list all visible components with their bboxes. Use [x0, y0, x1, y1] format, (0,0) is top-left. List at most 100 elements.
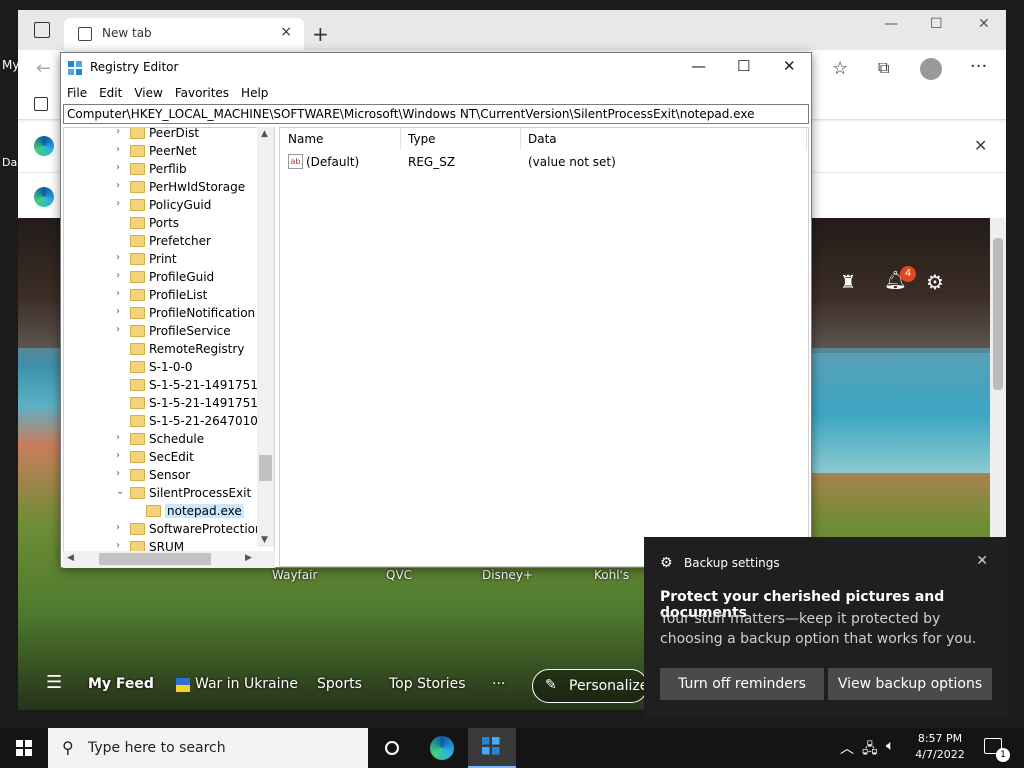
- quicklink-label[interactable]: Wayfair: [272, 568, 317, 582]
- scroll-down-arrow-icon[interactable]: ▼: [261, 535, 268, 545]
- tree-node[interactable]: › ProfileGuid: [64, 269, 264, 287]
- more-options-icon[interactable]: ···: [970, 56, 987, 77]
- taskbar-clock[interactable]: 8:57 PM 4/7/2022: [912, 731, 968, 763]
- registry-title-bar[interactable]: Registry Editor — ☐ ✕: [61, 53, 811, 83]
- tree-node-selected[interactable]: notepad.exe: [64, 503, 264, 521]
- chevron-right-icon[interactable]: ›: [116, 432, 120, 443]
- task-view-icon[interactable]: [368, 728, 416, 768]
- menu-view[interactable]: View: [134, 86, 162, 100]
- column-divider[interactable]: [806, 128, 807, 150]
- tab-new-tab[interactable]: New tab ×: [64, 18, 304, 50]
- chevron-right-icon[interactable]: ›: [116, 540, 120, 551]
- chevron-right-icon[interactable]: ›: [116, 198, 120, 209]
- taskbar-search-box[interactable]: ⚲ Type here to search: [48, 728, 368, 768]
- feed-tab-sports[interactable]: Sports: [317, 676, 362, 692]
- windows-start-icon[interactable]: [16, 740, 32, 756]
- registry-minimize-button[interactable]: —: [691, 57, 706, 75]
- volume-icon[interactable]: 🔈︎: [886, 738, 894, 754]
- tree-node[interactable]: › SoftwareProtectionP: [64, 521, 270, 539]
- view-backup-options-button[interactable]: View backup options: [828, 668, 992, 700]
- tree-node[interactable]: › PeerNet: [64, 143, 264, 161]
- turn-off-reminders-button[interactable]: Turn off reminders: [660, 668, 824, 700]
- tree-vertical-scrollbar[interactable]: ▲ ▼: [257, 127, 274, 547]
- column-header-name[interactable]: Name: [288, 132, 323, 146]
- chevron-right-icon[interactable]: ›: [116, 324, 120, 335]
- collections-icon[interactable]: ⧉: [878, 58, 889, 78]
- chevron-down-icon[interactable]: ⌄: [116, 486, 124, 497]
- edge-close-button[interactable]: ✕: [978, 16, 990, 32]
- scroll-left-arrow-icon[interactable]: ◀: [67, 553, 74, 563]
- registry-maximize-button[interactable]: ☐: [737, 57, 750, 75]
- chevron-right-icon[interactable]: ›: [116, 450, 120, 461]
- hamburger-menu-icon[interactable]: ☰: [46, 672, 62, 693]
- favorites-star-icon[interactable]: ☆: [832, 58, 848, 79]
- page-scrollbar-thumb[interactable]: [993, 238, 1003, 390]
- menu-help[interactable]: Help: [241, 86, 268, 100]
- tree-node[interactable]: RemoteRegistry: [64, 341, 264, 359]
- chevron-right-icon[interactable]: ›: [116, 522, 120, 533]
- chevron-right-icon[interactable]: ›: [116, 128, 120, 137]
- registry-tree-pane[interactable]: › PeerDist › PeerNet › Perflib › PerHwIdStorage…: [63, 127, 275, 555]
- tree-node[interactable]: › Schedule: [64, 431, 264, 449]
- registry-values-pane[interactable]: Name Type Data ab (Default) REG_SZ (valu…: [279, 127, 809, 567]
- edge-maximize-button[interactable]: ☐: [930, 16, 943, 32]
- settings-gear-icon[interactable]: ⚙: [926, 270, 944, 294]
- chevron-right-icon[interactable]: ›: [116, 288, 120, 299]
- tray-chevron-up-icon[interactable]: ︿: [840, 738, 854, 758]
- quicklink-label[interactable]: Disney+: [482, 568, 533, 582]
- column-divider[interactable]: [400, 128, 401, 150]
- tree-node[interactable]: › ProfileNotification: [64, 305, 264, 323]
- menu-edit[interactable]: Edit: [99, 86, 122, 100]
- favorites-bar-icon[interactable]: [34, 97, 48, 111]
- tree-vertical-scroll-thumb[interactable]: [259, 455, 272, 481]
- back-arrow-icon[interactable]: ←: [36, 58, 51, 79]
- value-name[interactable]: (Default): [306, 155, 359, 169]
- feed-tab-war-in-ukraine[interactable]: War in Ukraine: [195, 676, 298, 692]
- tree-node[interactable]: › Print: [64, 251, 264, 269]
- column-divider[interactable]: [520, 128, 521, 150]
- tree-node[interactable]: › PolicyGuid: [64, 197, 264, 215]
- personalize-button[interactable]: ✎ Personalize: [532, 669, 648, 703]
- menu-favorites[interactable]: Favorites: [175, 86, 229, 100]
- toast-close-button[interactable]: ✕: [976, 553, 988, 569]
- scroll-up-arrow-icon[interactable]: ▲: [261, 129, 268, 139]
- chevron-right-icon[interactable]: ›: [116, 270, 120, 281]
- chevron-right-icon[interactable]: ›: [116, 252, 120, 263]
- tree-node[interactable]: S-1-5-21-2647010759: [64, 413, 274, 431]
- tree-node[interactable]: › PeerDist: [64, 128, 264, 143]
- tree-node[interactable]: Ports: [64, 215, 264, 233]
- column-header-type[interactable]: Type: [408, 132, 436, 146]
- tree-node[interactable]: › SecEdit: [64, 449, 264, 467]
- chevron-right-icon[interactable]: ›: [116, 468, 120, 479]
- registry-close-button[interactable]: ✕: [783, 57, 796, 75]
- tree-node[interactable]: S-1-5-21-1491751080: [64, 395, 274, 413]
- tab-actions-icon[interactable]: [34, 22, 50, 38]
- profile-avatar[interactable]: [920, 58, 942, 80]
- rewards-icon[interactable]: ♜: [840, 272, 856, 293]
- taskbar-registry-editor-icon[interactable]: [468, 728, 516, 768]
- tree-node[interactable]: S-1-0-0: [64, 359, 264, 377]
- new-tab-button[interactable]: +: [312, 22, 329, 46]
- tree-node[interactable]: › PerHwIdStorage: [64, 179, 264, 197]
- tree-node[interactable]: › Sensor: [64, 467, 264, 485]
- feed-tab-top-stories[interactable]: Top Stories: [389, 676, 466, 692]
- chevron-right-icon[interactable]: ›: [116, 162, 120, 173]
- menu-file[interactable]: File: [67, 86, 87, 100]
- feed-tab-my-feed[interactable]: My Feed: [88, 676, 154, 692]
- edge-minimize-button[interactable]: —: [884, 16, 898, 32]
- chevron-right-icon[interactable]: ›: [116, 144, 120, 155]
- tree-horizontal-scroll-thumb[interactable]: [99, 553, 211, 565]
- network-icon[interactable]: 🖧︎: [862, 738, 878, 762]
- column-header-data[interactable]: Data: [528, 132, 557, 146]
- tree-node[interactable]: › Perflib: [64, 161, 264, 179]
- feed-more-button[interactable]: ···: [492, 676, 505, 692]
- tab-close-button[interactable]: ×: [280, 24, 292, 40]
- tree-node[interactable]: › ProfileService: [64, 323, 264, 341]
- tree-node[interactable]: Prefetcher: [64, 233, 264, 251]
- chevron-right-icon[interactable]: ›: [116, 306, 120, 317]
- quicklink-label[interactable]: Kohl's: [594, 568, 629, 582]
- chevron-right-icon[interactable]: ›: [116, 180, 120, 191]
- taskbar-edge-icon[interactable]: [418, 728, 466, 768]
- scroll-right-arrow-icon[interactable]: ▶: [245, 553, 252, 563]
- tree-node[interactable]: ⌄ SilentProcessExit: [64, 485, 264, 503]
